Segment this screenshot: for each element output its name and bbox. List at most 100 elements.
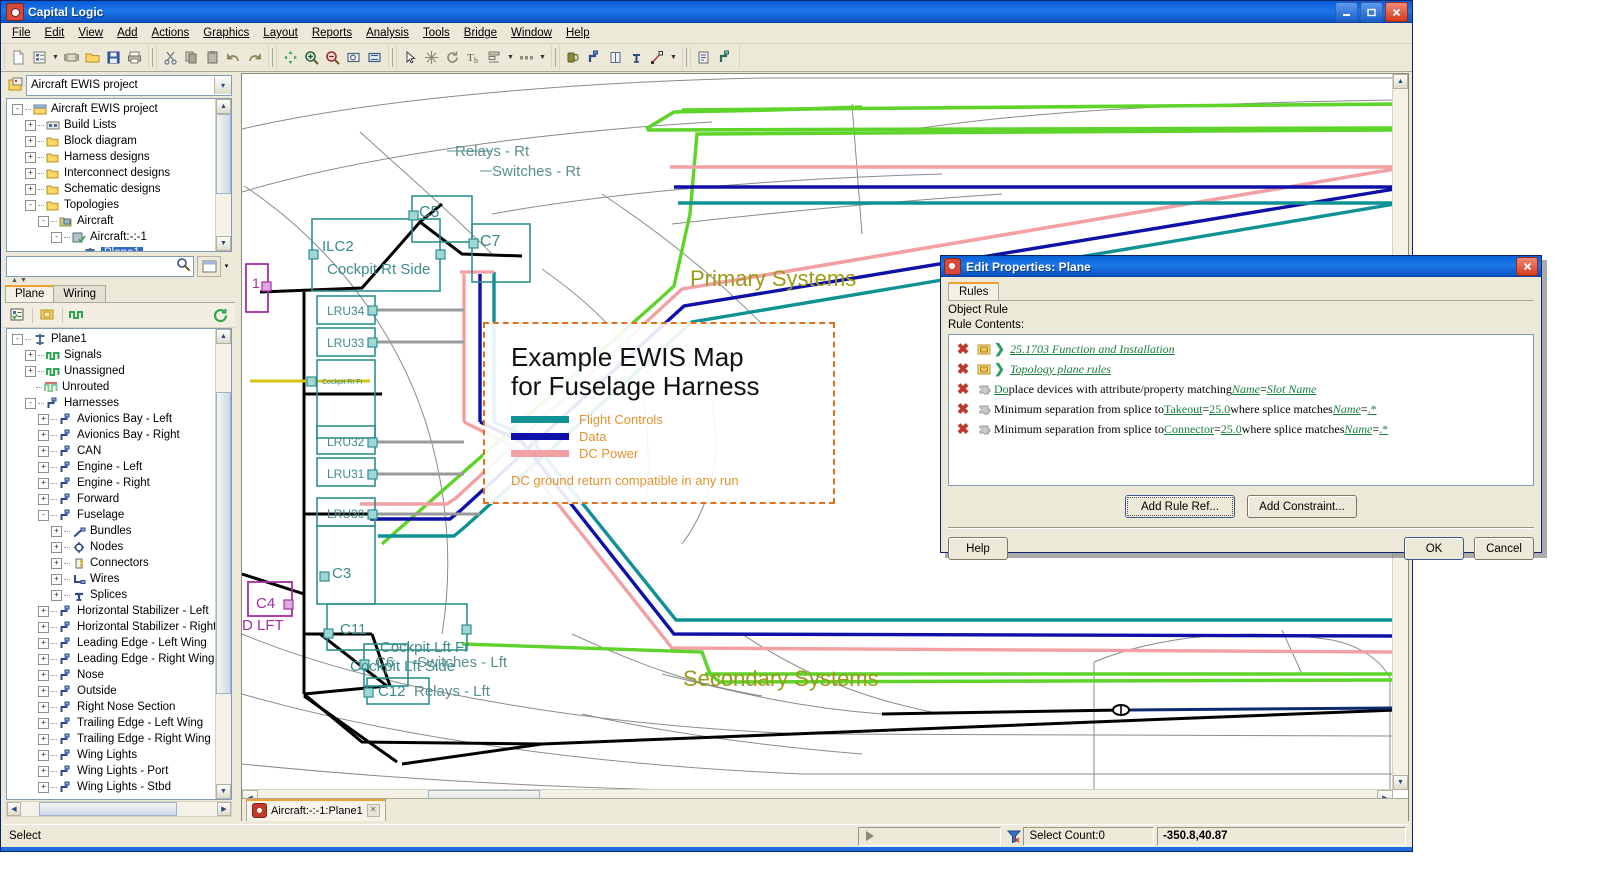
tree-node[interactable]: + Nose: [10, 667, 215, 683]
expand-toggle-icon[interactable]: +: [38, 685, 49, 697]
zoom-out-icon[interactable]: [322, 47, 343, 68]
tree-node[interactable]: + Wing Lights - Port: [10, 763, 215, 779]
cut-scissors-icon[interactable]: [160, 47, 181, 68]
plane-scroll-thumb[interactable]: [216, 392, 231, 694]
expand-toggle-icon[interactable]: +: [38, 429, 49, 441]
close-button[interactable]: [1385, 2, 1408, 22]
bundle-icon[interactable]: [605, 47, 626, 68]
cancel-button[interactable]: Cancel: [1474, 537, 1534, 560]
hscroll-track[interactable]: [21, 802, 217, 816]
text-tool-icon[interactable]: Th: [463, 47, 484, 68]
rule-reference-link[interactable]: Topology plane rules: [1010, 362, 1111, 377]
spacing-dropdown-caret-icon[interactable]: ▼: [537, 47, 548, 68]
view-options-caret-icon[interactable]: ▾: [221, 257, 232, 276]
rule-parameter-link[interactable]: Name: [1333, 402, 1361, 417]
scroll-track[interactable]: [216, 114, 231, 236]
expand-toggle-icon[interactable]: +: [25, 183, 36, 195]
expand-toggle-icon[interactable]: +: [38, 637, 49, 649]
expand-toggle-icon[interactable]: +: [51, 525, 62, 537]
menu-add[interactable]: Add: [110, 25, 144, 41]
splitter-down-icon[interactable]: ▼: [20, 277, 27, 284]
harness-icon[interactable]: [584, 47, 605, 68]
tree-node[interactable]: + Trailing Edge - Left Wing: [10, 715, 215, 731]
tree-node[interactable]: + Wing Lights - Stbd: [10, 779, 215, 795]
splitter-up-icon[interactable]: ▲: [11, 277, 18, 284]
scroll-thumb[interactable]: [216, 114, 231, 194]
dialog-close-button[interactable]: [1516, 257, 1538, 276]
expand-toggle-icon[interactable]: +: [38, 653, 49, 665]
collapse-toggle-icon[interactable]: -: [12, 103, 23, 115]
search-box[interactable]: [6, 255, 194, 277]
rule-row[interactable]: ✖ ❯ 25.1703 Function and Installation: [952, 339, 1530, 359]
expand-toggle-icon[interactable]: +: [38, 477, 49, 489]
tree-node[interactable]: + Schematic designs: [10, 181, 215, 197]
spacing-icon[interactable]: [516, 47, 537, 68]
refresh-icon[interactable]: [442, 47, 463, 68]
rule-row[interactable]: ✖ Minimum separation from splice to Conne…: [952, 419, 1530, 439]
rule-parameter-link[interactable]: .*: [1368, 402, 1377, 417]
zoom-fit-icon[interactable]: [364, 47, 385, 68]
properties-icon[interactable]: [7, 305, 28, 326]
tree-node[interactable]: + Harness designs: [10, 149, 215, 165]
expand-toggle-icon[interactable]: +: [25, 119, 36, 131]
tree-node[interactable]: + Engine - Left: [10, 459, 215, 475]
tree-node[interactable]: - Aircraft:-:-1: [10, 229, 215, 245]
add-constraint-button[interactable]: Add Constraint...: [1247, 495, 1357, 518]
canvas-scroll-down-icon[interactable]: ▼: [1393, 775, 1408, 790]
plane-tree-hscrollbar[interactable]: ◀ ▶: [6, 801, 232, 817]
paste-icon[interactable]: [202, 47, 223, 68]
plane-scroll-down-icon[interactable]: ▼: [216, 784, 231, 799]
signals-icon[interactable]: [67, 305, 88, 326]
expand-toggle-icon[interactable]: +: [25, 349, 36, 361]
new-dropdown-caret-icon[interactable]: ▼: [50, 47, 61, 68]
tree-node[interactable]: - Plane1: [10, 331, 215, 347]
copy-icon[interactable]: [181, 47, 202, 68]
collapse-toggle-icon[interactable]: -: [38, 215, 49, 227]
expand-toggle-icon[interactable]: +: [38, 413, 49, 425]
menu-view[interactable]: View: [71, 25, 110, 41]
report-icon[interactable]: [694, 47, 715, 68]
tree-node[interactable]: + Nodes: [10, 539, 215, 555]
expand-toggle-icon[interactable]: +: [38, 445, 49, 457]
notes-icon[interactable]: [37, 305, 58, 326]
tree-node[interactable]: - Aircraft EWIS project: [10, 101, 215, 117]
search-magnifier-icon[interactable]: [176, 257, 191, 275]
document-tab-close-icon[interactable]: ✕: [366, 804, 380, 817]
expand-toggle-icon[interactable]: +: [38, 461, 49, 473]
menu-file[interactable]: File: [5, 25, 38, 41]
expand-toggle-icon[interactable]: +: [38, 605, 49, 617]
hscroll-thumb[interactable]: [39, 802, 177, 816]
rule-parameter-link[interactable]: Slot Name: [1267, 382, 1317, 397]
tree-node[interactable]: + Leading Edge - Left Wing: [10, 635, 215, 651]
status-play-cell[interactable]: [858, 826, 1001, 846]
minimize-button[interactable]: [1335, 2, 1358, 22]
tree-node[interactable]: + Splices: [10, 587, 215, 603]
topology-icon[interactable]: [715, 47, 736, 68]
expand-toggle-icon[interactable]: +: [38, 701, 49, 713]
rule-list[interactable]: ✖ ❯ 25.1703 Function and Installation ✖ ❯ Top…: [948, 334, 1534, 486]
align-icon[interactable]: [484, 47, 505, 68]
tree-node[interactable]: + Build Lists: [10, 117, 215, 133]
expand-toggle-icon[interactable]: +: [51, 557, 62, 569]
scroll-down-icon[interactable]: ▼: [216, 236, 231, 251]
plane-tree-scrollbar[interactable]: ▲ ▼: [215, 329, 231, 799]
new-document-icon[interactable]: [8, 47, 29, 68]
rule-parameter-link[interactable]: Takeout: [1164, 402, 1202, 417]
tree-node[interactable]: Plane1: [10, 245, 215, 251]
redo-icon[interactable]: [244, 47, 265, 68]
tree-node[interactable]: + Outside: [10, 683, 215, 699]
menu-bridge[interactable]: Bridge: [457, 25, 504, 41]
expand-toggle-icon[interactable]: +: [38, 765, 49, 777]
rule-parameter-link[interactable]: .*: [1379, 422, 1388, 437]
open-folder-icon[interactable]: [82, 47, 103, 68]
new-from-template-icon[interactable]: [29, 47, 50, 68]
plane-tree[interactable]: - Plane1 + Signals + Unassigned Unrouted - Harne…: [6, 328, 232, 800]
tree-node[interactable]: + Unassigned: [10, 363, 215, 379]
save-icon[interactable]: [103, 47, 124, 68]
tree-node[interactable]: + Horizontal Stabilizer - Right: [10, 619, 215, 635]
tree-node[interactable]: + Block diagram: [10, 133, 215, 149]
expand-toggle-icon[interactable]: +: [38, 717, 49, 729]
zoom-window-icon[interactable]: [343, 47, 364, 68]
tree-node[interactable]: + Bundles: [10, 523, 215, 539]
collapse-toggle-icon[interactable]: -: [25, 397, 36, 409]
